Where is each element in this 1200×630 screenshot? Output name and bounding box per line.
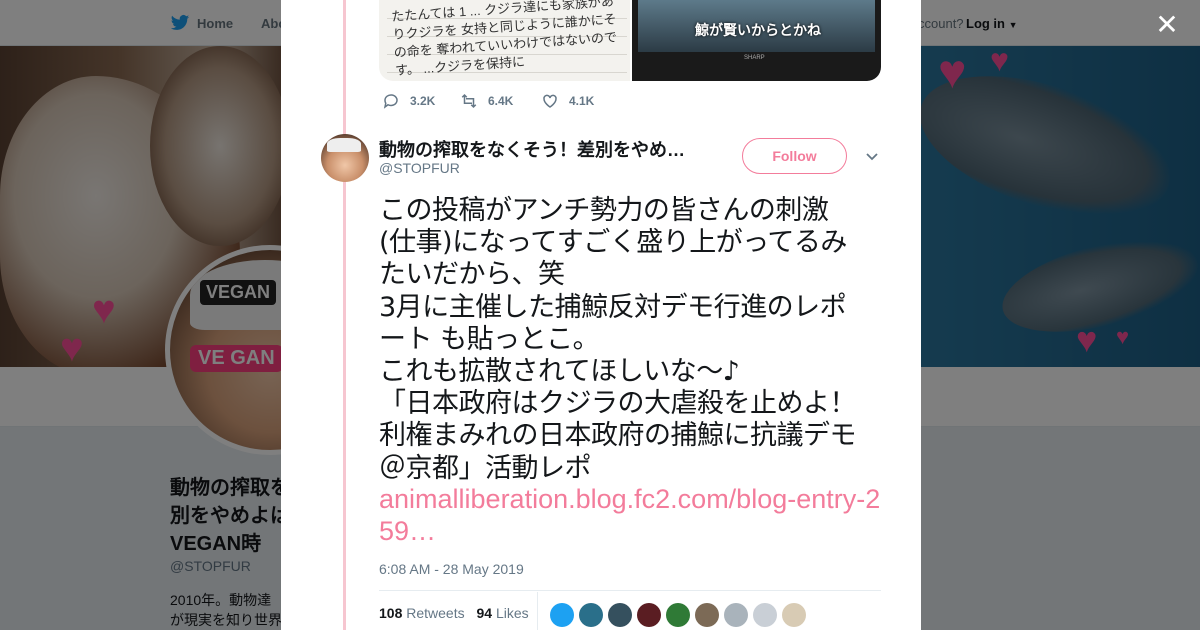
liker-avatar[interactable] — [666, 603, 690, 627]
liker-avatars — [550, 603, 806, 627]
reply-action[interactable]: 3.2K — [382, 92, 435, 110]
author-handle[interactable]: @STOPFUR — [379, 160, 460, 176]
retweet-icon — [461, 93, 477, 109]
tweet-stats: 108 Retweets 94 Likes — [379, 605, 529, 621]
likes-count: 94 — [476, 605, 493, 621]
close-icon[interactable]: ✕ — [1152, 10, 1182, 40]
media-tv-screenshot: 鯨が賢いからとかね SHARP — [632, 0, 881, 81]
retweets-label: Retweets — [406, 605, 465, 621]
author-avatar[interactable] — [321, 134, 369, 182]
media-handwritten-note: たたんては 1 ... クジラ達にも家族がありクジラを 女持と同じように誰かにそ… — [379, 0, 630, 81]
likes-label: Likes — [495, 605, 529, 621]
retweets-stat[interactable]: 108 Retweets — [379, 605, 465, 621]
author-name[interactable]: 動物の搾取をなくそう！差別をやめ… — [379, 136, 685, 162]
chevron-down-icon[interactable] — [865, 150, 879, 164]
retweet-action[interactable]: 6.4K — [460, 92, 513, 110]
tv-brand: SHARP — [744, 55, 765, 61]
prev-tweet-media[interactable]: たたんては 1 ... クジラ達にも家族がありクジラを 女持と同じように誰かにそ… — [379, 0, 881, 81]
liker-avatar[interactable] — [637, 603, 661, 627]
tweet-modal: たたんては 1 ... クジラ達にも家族がありクジラを 女持と同じように誰かにそ… — [281, 0, 921, 630]
stats-vertical-divider — [537, 592, 538, 630]
tv-caption: 鯨が賢いからとかね — [695, 22, 821, 38]
liker-avatar[interactable] — [579, 603, 603, 627]
likes-stat[interactable]: 94 Likes — [477, 605, 529, 621]
like-action[interactable]: 4.1K — [541, 92, 594, 110]
reply-icon — [383, 94, 398, 109]
follow-button[interactable]: Follow — [742, 138, 847, 174]
liker-avatar[interactable] — [724, 603, 748, 627]
liker-avatar[interactable] — [753, 603, 777, 627]
liker-avatar[interactable] — [695, 603, 719, 627]
note-text: たたんては 1 ... クジラ達にも家族がありクジラを 女持と同じように誰かにそ… — [390, 0, 618, 78]
thread-line — [343, 0, 346, 630]
reply-count: 3.2K — [410, 94, 436, 108]
liker-avatar[interactable] — [550, 603, 574, 627]
author-avatar-cap — [327, 138, 361, 152]
liker-avatar[interactable] — [608, 603, 632, 627]
stats-divider — [379, 590, 881, 591]
liker-avatar[interactable] — [782, 603, 806, 627]
heart-outline-icon — [543, 94, 557, 108]
retweets-count: 108 — [379, 605, 403, 621]
retweet-count: 6.4K — [488, 94, 514, 108]
tweet-timestamp[interactable]: 6:08 AM - 28 May 2019 — [379, 561, 524, 577]
tweet-link[interactable]: animalliberation.blog.fc2.com/blog-entry… — [379, 483, 889, 547]
tweet-text: この投稿がアンチ勢力の皆さんの刺激 (仕事)になってすごく盛り上がってるみ たい… — [379, 195, 857, 484]
like-count: 4.1K — [569, 94, 595, 108]
